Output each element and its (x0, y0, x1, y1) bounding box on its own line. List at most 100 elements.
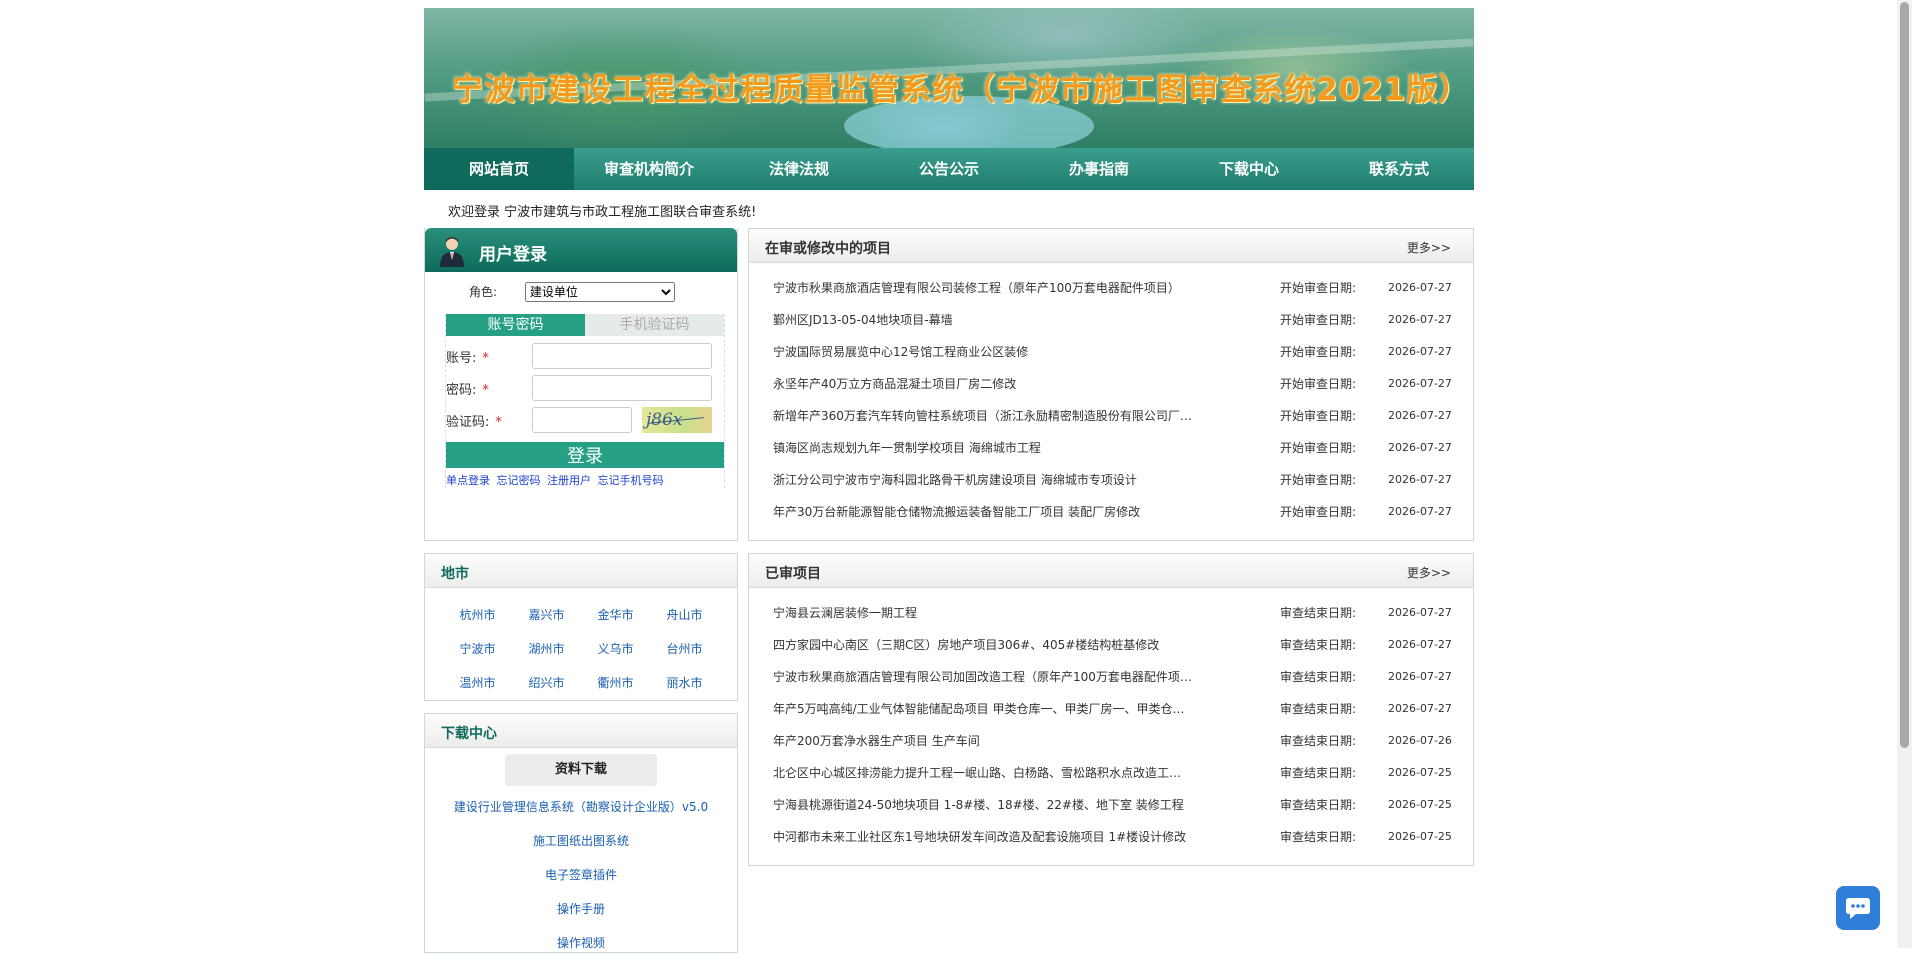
password-input[interactable] (532, 375, 712, 401)
project-name-link[interactable]: 永坚年产40万立方商品混凝土项目厂房二修改 (773, 375, 1193, 392)
captcha-input[interactable] (532, 407, 632, 433)
project-name-link[interactable]: 鄞州区JD13-05-04地块项目-幕墙 (773, 311, 1193, 328)
project-name-link[interactable]: 北仑区中心城区排涝能力提升工程一岷山路、白杨路、雪松路积水点改造工… (773, 764, 1193, 781)
password-row: 密码: * (446, 372, 724, 404)
nav-agency-intro[interactable]: 审查机构简介 (574, 148, 724, 190)
required-mark: * (482, 382, 489, 398)
scrollbar-thumb[interactable] (1900, 2, 1909, 748)
captcha-image[interactable]: j86x (642, 407, 712, 433)
project-name-link[interactable]: 宁波市秋果商旅酒店管理有限公司装修工程（原年产100万套电器配件项目） (773, 279, 1193, 296)
download-link[interactable]: 电子签章插件 (425, 858, 737, 892)
sso-login-link[interactable]: 单点登录 (446, 474, 490, 487)
project-row: 年产5万吨高纯/工业气体智能储配岛项目 甲类仓库一、甲类厂房一、甲类仓… 审查结束… (749, 692, 1473, 724)
login-button[interactable]: 登录 (446, 442, 724, 468)
city-link-quzhou[interactable]: 衢州市 (581, 666, 650, 700)
role-row: 角色: 建设单位 (425, 272, 737, 310)
city-link-yiwu[interactable]: 义乌市 (581, 632, 650, 666)
cities-title: 地市 (441, 566, 469, 582)
cities-header: 地市 (425, 554, 737, 588)
chat-bubble-icon (1846, 898, 1870, 919)
right-column: 在审或修改中的项目 更多>> 宁波市秋果商旅酒店管理有限公司装修工程（原年产10… (748, 228, 1474, 866)
date-label: 审查结束日期: (1280, 669, 1357, 684)
captcha-row: 验证码: * j86x (446, 404, 724, 436)
project-name-link[interactable]: 年产30万台新能源智能仓储物流搬运装备智能工厂项目 装配厂房修改 (773, 503, 1193, 520)
forgot-phone-link[interactable]: 忘记手机号码 (598, 474, 664, 487)
reviewed-title: 已审项目 (765, 566, 821, 582)
vertical-scrollbar[interactable] (1897, 0, 1912, 948)
city-link-taizhou[interactable]: 台州市 (650, 632, 719, 666)
nav-contact[interactable]: 联系方式 (1324, 148, 1474, 190)
date-label: 审查结束日期: (1280, 605, 1357, 620)
in-review-more-link[interactable]: 更多>> (1407, 239, 1451, 256)
nav-laws[interactable]: 法律法规 (724, 148, 874, 190)
city-list: 杭州市 嘉兴市 金华市 舟山市 宁波市 湖州市 义乌市 台州市 温州市 绍兴市 … (425, 588, 737, 700)
welcome-text: 欢迎登录 宁波市建筑与市政工程施工图联合审查系统! (448, 205, 757, 220)
project-name-link[interactable]: 宁海县云澜居装修一期工程 (773, 604, 1193, 621)
register-link[interactable]: 注册用户 (547, 474, 591, 487)
project-name-link[interactable]: 中河都市未来工业社区东1号地块研发车间改造及配套设施项目 1#楼设计修改 (773, 828, 1193, 845)
project-date: 2026-07-27 (1388, 669, 1452, 683)
chat-button[interactable] (1836, 886, 1880, 930)
date-label: 开始审查日期: (1280, 312, 1357, 327)
city-link-huzhou[interactable]: 湖州市 (512, 632, 581, 666)
project-date: 2026-07-27 (1388, 344, 1452, 358)
date-label: 开始审查日期: (1280, 472, 1357, 487)
login-panel: 用户登录 角色: 建设单位 账号密码 手机验证码 账号: * 密码: * 验证码… (424, 228, 738, 541)
account-row: 账号: * (446, 340, 724, 372)
reviewed-list: 宁海县云澜居装修一期工程 审查结束日期: 2026-07-27 四方家园中心南区（三期… (749, 588, 1473, 852)
project-name-link[interactable]: 宁海县桃源街道24-50地块项目 1-8#楼、18#楼、22#楼、地下室 装修工… (773, 796, 1193, 813)
materials-download-button[interactable]: 资料下载 (505, 754, 657, 786)
date-label: 审查结束日期: (1280, 701, 1357, 716)
project-name-link[interactable]: 浙江分公司宁波市宁海科园北路骨干机房建设项目 海绵城市专项设计 (773, 471, 1193, 488)
account-input[interactable] (532, 343, 712, 369)
city-link-jinhua[interactable]: 金华市 (581, 598, 650, 632)
project-name-link[interactable]: 四方家园中心南区（三期C区）房地产项目306#、405#楼结构桩基修改 (773, 636, 1193, 653)
in-review-panel: 在审或修改中的项目 更多>> 宁波市秋果商旅酒店管理有限公司装修工程（原年产10… (748, 228, 1474, 541)
project-row: 新增年产360万套汽车转向管柱系统项目（浙江永励精密制造股份有限公司厂… 开始审查… (749, 399, 1473, 431)
date-label: 开始审查日期: (1280, 344, 1357, 359)
account-label: 账号: (446, 350, 477, 366)
nav-guide[interactable]: 办事指南 (1024, 148, 1174, 190)
cities-panel: 地市 杭州市 嘉兴市 金华市 舟山市 宁波市 湖州市 义乌市 台州市 温州市 绍… (424, 553, 738, 701)
nav-announcements[interactable]: 公告公示 (874, 148, 1024, 190)
reviewed-more-link[interactable]: 更多>> (1407, 564, 1451, 581)
project-row: 年产30万台新能源智能仓储物流搬运装备智能工厂项目 装配厂房修改 开始审查日期: 2… (749, 495, 1473, 527)
login-form: 账号密码 手机验证码 账号: * 密码: * 验证码: * j86x 登录 单点… (445, 314, 725, 488)
project-name-link[interactable]: 年产5万吨高纯/工业气体智能储配岛项目 甲类仓库一、甲类厂房一、甲类仓… (773, 700, 1193, 717)
city-link-hangzhou[interactable]: 杭州市 (443, 598, 512, 632)
city-link-shaoxing[interactable]: 绍兴市 (512, 666, 581, 700)
project-name-link[interactable]: 年产200万套净水器生产项目 生产车间 (773, 732, 1193, 749)
date-label: 开始审查日期: (1280, 440, 1357, 455)
password-label-wrap: 密码: * (446, 379, 532, 398)
tab-sms-login[interactable]: 手机验证码 (585, 314, 724, 336)
project-name-link[interactable]: 宁波国际贸易展览中心12号馆工程商业公区装修 (773, 343, 1193, 360)
project-date: 2026-07-27 (1388, 472, 1452, 486)
role-select[interactable]: 建设单位 (524, 282, 675, 302)
site-title: 宁波市建设工程全过程质量监管系统（宁波市施工图审查系统2021版） (452, 72, 1471, 108)
nav-downloads[interactable]: 下载中心 (1174, 148, 1324, 190)
date-label: 开始审查日期: (1280, 504, 1357, 519)
nav-home[interactable]: 网站首页 (424, 148, 574, 190)
city-link-ningbo[interactable]: 宁波市 (443, 632, 512, 666)
project-row: 中河都市未来工业社区东1号地块研发车间改造及配套设施项目 1#楼设计修改 审查结束… (749, 820, 1473, 852)
project-name-link[interactable]: 宁波市秋果商旅酒店管理有限公司加固改造工程（原年产100万套电器配件项… (773, 668, 1193, 685)
project-row: 宁波国际贸易展览中心12号馆工程商业公区装修 开始审查日期: 2026-07-27 (749, 335, 1473, 367)
download-link[interactable]: 施工图纸出图系统 (425, 824, 737, 858)
city-link-lishui[interactable]: 丽水市 (650, 666, 719, 700)
city-link-jiaxing[interactable]: 嘉兴市 (512, 598, 581, 632)
project-date: 2026-07-27 (1388, 408, 1452, 422)
download-link[interactable]: 操作视频 (425, 926, 737, 960)
city-link-zhoushan[interactable]: 舟山市 (650, 598, 719, 632)
in-review-list: 宁波市秋果商旅酒店管理有限公司装修工程（原年产100万套电器配件项目） 开始审查日… (749, 263, 1473, 527)
project-name-link[interactable]: 镇海区尚志规划九年一贯制学校项目 海绵城市工程 (773, 439, 1193, 456)
download-link[interactable]: 建设行业管理信息系统（勘察设计企业版）v5.0 (425, 790, 737, 824)
project-date: 2026-07-27 (1388, 280, 1452, 294)
city-link-wenzhou[interactable]: 温州市 (443, 666, 512, 700)
login-header: 用户登录 (425, 228, 737, 272)
project-row: 宁波市秋果商旅酒店管理有限公司装修工程（原年产100万套电器配件项目） 开始审查日… (749, 271, 1473, 303)
project-date: 2026-07-25 (1388, 765, 1452, 779)
forgot-password-link[interactable]: 忘记密码 (497, 474, 541, 487)
tab-password-login[interactable]: 账号密码 (446, 314, 585, 336)
download-link[interactable]: 操作手册 (425, 892, 737, 926)
project-name-link[interactable]: 新增年产360万套汽车转向管柱系统项目（浙江永励精密制造股份有限公司厂… (773, 407, 1193, 424)
